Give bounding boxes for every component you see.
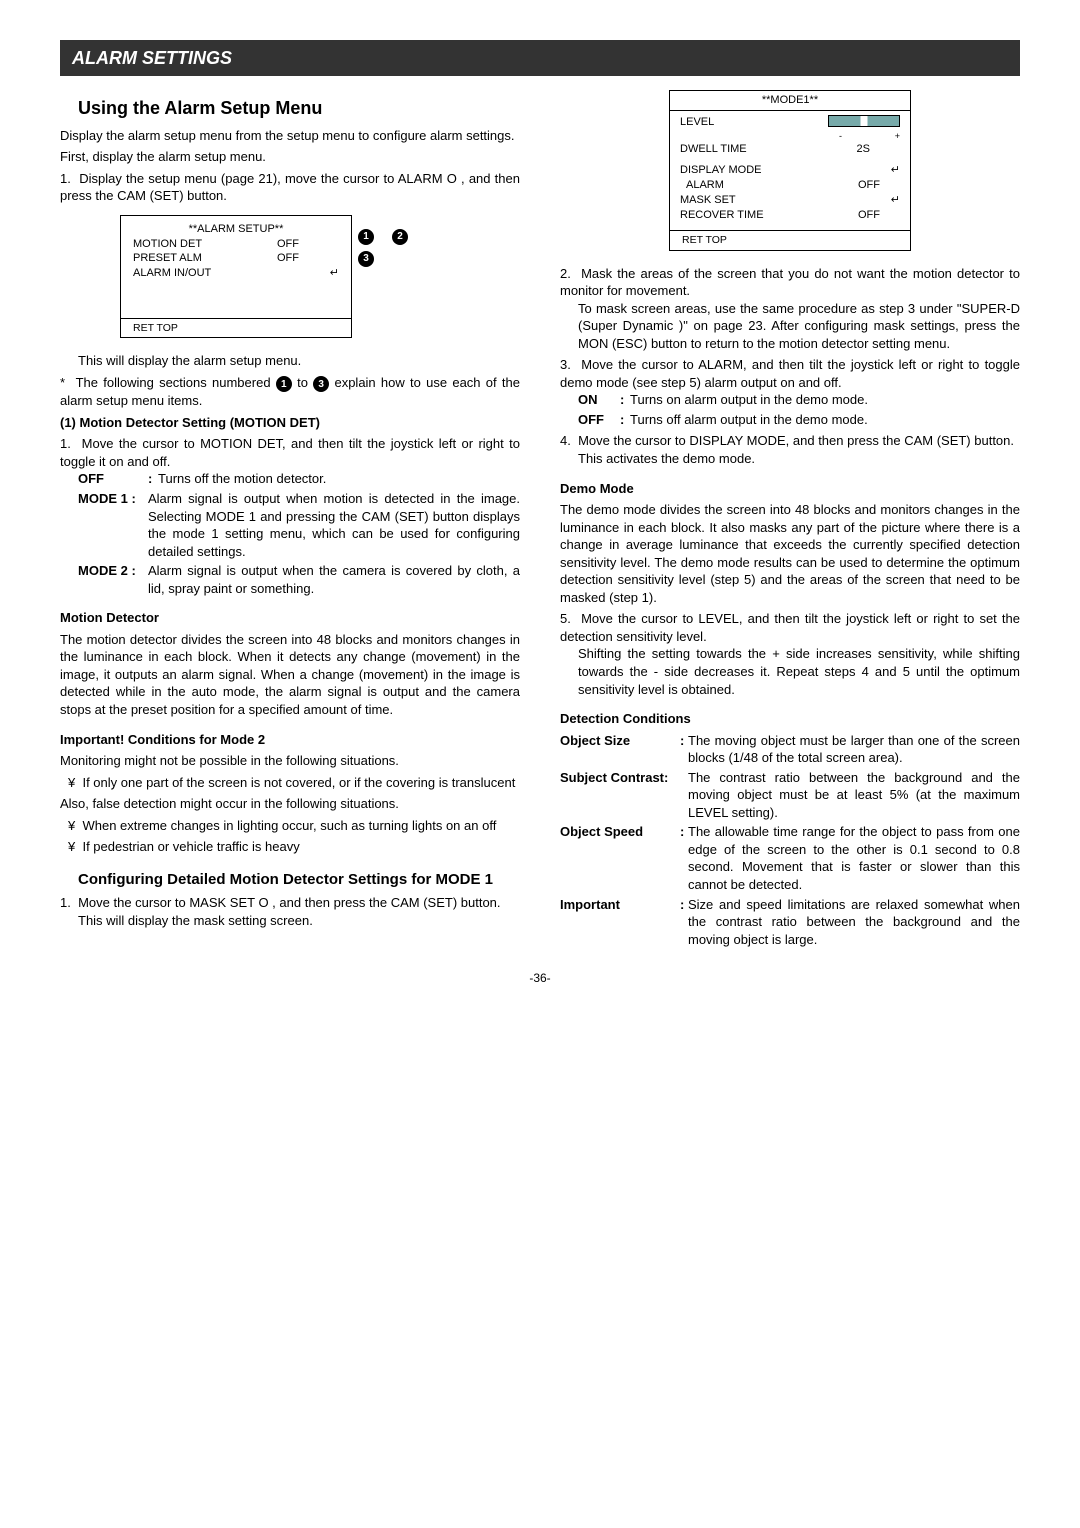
object-size-body: The moving object must be larger than on… [688, 732, 1020, 767]
r-step-4a: Move the cursor to DISPLAY MODE, and the… [578, 433, 1014, 448]
off-label-r: OFF [578, 411, 620, 429]
r-step-5b: Shifting the setting towards the + side … [560, 645, 1020, 698]
off-body-r: Turns off alarm output in the demo mode. [630, 411, 1020, 429]
page-number: -36- [60, 970, 1020, 986]
return-arrow-icon: ↵ [888, 193, 900, 208]
imp2-mid: Also, false detection might occur in the… [60, 795, 520, 813]
important-term: Important [560, 896, 680, 949]
important-body: Size and speed limitations are relaxed s… [688, 896, 1020, 949]
configuring-heading: Configuring Detailed Motion Detector Set… [78, 870, 520, 890]
important-mode2-heading: Important! Conditions for Mode 2 [60, 731, 520, 749]
intro-text-1: Display the alarm setup menu from the se… [60, 127, 520, 145]
mode1-body: Alarm signal is output when motion is de… [148, 490, 520, 560]
osd2-alarm: ALARM [680, 178, 724, 193]
after-osd-text: This will display the alarm setup menu. [60, 352, 520, 370]
osd1-alarm-inout: ALARM IN/OUT [133, 266, 211, 281]
imp2-bullet-3: ¥ If pedestrian or vehicle traffic is he… [60, 838, 520, 856]
demo-mode-heading: Demo Mode [560, 480, 1020, 498]
note-to: to [297, 375, 308, 390]
step-1-display-setup: 1. Display the setup menu (page 21), mov… [60, 170, 520, 205]
subject-contrast-body: The contrast ratio between the backgroun… [688, 769, 1020, 822]
r-step-4: 4. Move the cursor to DISPLAY MODE, and … [560, 432, 1020, 467]
osd1-motion-det-val: OFF [277, 237, 299, 252]
return-arrow-icon: ↵ [327, 266, 339, 281]
intro-text-2: First, display the alarm setup menu. [60, 148, 520, 166]
osd1-callout-badges: 1 2 3 [358, 229, 408, 267]
subject-contrast-term: Subject Contrast: [560, 769, 688, 822]
imp2-b1-text: If only one part of the screen is not co… [82, 775, 515, 790]
object-speed-body: The allowable time range for the object … [688, 823, 1020, 893]
motion-detector-heading: Motion Detector [60, 609, 520, 627]
r-step-2a: Mask the areas of the screen that you do… [560, 266, 1020, 299]
mode1-label: MODE 1 : [78, 490, 148, 560]
r-step-3: 3. Move the cursor to ALARM, and then ti… [560, 356, 1020, 428]
imp2-b2-text: When extreme changes in lighting occur, … [82, 818, 496, 833]
r-step-5a: Move the cursor to LEVEL, and then tilt … [560, 611, 1020, 644]
osd2-dwell: DWELL TIME [680, 142, 747, 157]
osd1-footer: RET TOP [121, 319, 351, 337]
heading-alarm-menu: Using the Alarm Setup Menu [78, 96, 520, 120]
osd-mode1: **MODE1** LEVEL -+ DWELL TIME2S DISPLAY … [669, 90, 911, 250]
osd1-title: **ALARM SETUP** [133, 222, 339, 237]
on-body: Turns on alarm output in the demo mode. [630, 391, 1020, 409]
plus-icon: + [842, 130, 900, 142]
two-column-layout: Using the Alarm Setup Menu Display the a… [60, 90, 1020, 950]
conf-step-1a: Move the cursor to MASK SET O , and then… [78, 895, 500, 910]
osd1-preset-alm-val: OFF [277, 251, 299, 266]
motion-detector-body: The motion detector divides the screen i… [60, 631, 520, 719]
md-step-1-text: Move the cursor to MOTION DET, and then … [60, 436, 520, 469]
left-column: Using the Alarm Setup Menu Display the a… [60, 90, 520, 950]
osd1-preset-alm: PRESET ALM [133, 251, 202, 266]
conf-step-1: 1. Move the cursor to MASK SET O , and t… [60, 894, 520, 929]
object-size-term: Object Size [560, 732, 680, 767]
badge-1-inline-icon: 1 [276, 376, 292, 392]
r-step-3a: Move the cursor to ALARM, and then tilt … [560, 357, 1020, 390]
off-label: OFF [78, 470, 148, 488]
mode2-label: MODE 2 : [78, 562, 148, 597]
imp2-b3-text: If pedestrian or vehicle traffic is heav… [82, 839, 299, 854]
osd2-dwell-val: 2S [857, 142, 870, 157]
osd2-title: **MODE1** [670, 91, 910, 111]
note-line: * The following sections numbered 1 to 3… [60, 374, 520, 410]
detection-conditions-heading: Detection Conditions [560, 710, 1020, 728]
osd2-display-mode: DISPLAY MODE [680, 163, 762, 178]
osd2-alarm-val: OFF [858, 178, 880, 193]
mode2-body: Alarm signal is output when the camera i… [148, 562, 520, 597]
off-colon: : [148, 470, 158, 488]
badge-3-icon: 3 [358, 251, 374, 267]
conf-step-1b: This will display the mask setting scree… [60, 912, 313, 930]
badge-3-inline-icon: 3 [313, 376, 329, 392]
step-1-text: Display the setup menu (page 21), move t… [60, 171, 520, 204]
off-body: Turns off the motion detector. [158, 470, 520, 488]
md-step-1: 1. Move the cursor to MOTION DET, and th… [60, 435, 520, 470]
imp2-bullet-2: ¥ When extreme changes in lighting occur… [60, 817, 520, 835]
demo-mode-body: The demo mode divides the screen into 48… [560, 501, 1020, 606]
imp2-intro: Monitoring might not be possible in the … [60, 752, 520, 770]
osd-alarm-setup: **ALARM SETUP** MOTION DET OFF PRESET ALM… [120, 215, 352, 338]
osd1-motion-det: MOTION DET [133, 237, 202, 252]
osd2-recover: RECOVER TIME [680, 208, 764, 223]
osd2-recover-val: OFF [858, 208, 880, 223]
osd2-footer: RET TOP [670, 231, 910, 249]
r-step-2b: To mask screen areas, use the same proce… [560, 300, 1020, 353]
level-bar-icon [828, 115, 900, 127]
r-step-2: 2. Mask the areas of the screen that you… [560, 265, 1020, 353]
badge-2-icon: 2 [392, 229, 408, 245]
r-step-5: 5. Move the cursor to LEVEL, and then ti… [560, 610, 1020, 698]
object-speed-term: Object Speed [560, 823, 680, 893]
on-label: ON [578, 391, 620, 409]
right-column: **MODE1** LEVEL -+ DWELL TIME2S DISPLAY … [560, 90, 1020, 950]
imp2-bullet-1: ¥ If only one part of the screen is not … [60, 774, 520, 792]
osd2-mask-set: MASK SET [680, 193, 736, 208]
osd2-level: LEVEL [680, 115, 714, 130]
return-arrow-icon: ↵ [891, 163, 900, 178]
r-step-4b: This activates the demo mode. [560, 450, 755, 468]
section-1-heading: (1) Motion Detector Setting (MOTION DET) [60, 414, 520, 432]
badge-1-icon: 1 [358, 229, 374, 245]
section-title-bar: ALARM SETTINGS [60, 40, 1020, 76]
note-start: The following sections numbered [76, 375, 271, 390]
